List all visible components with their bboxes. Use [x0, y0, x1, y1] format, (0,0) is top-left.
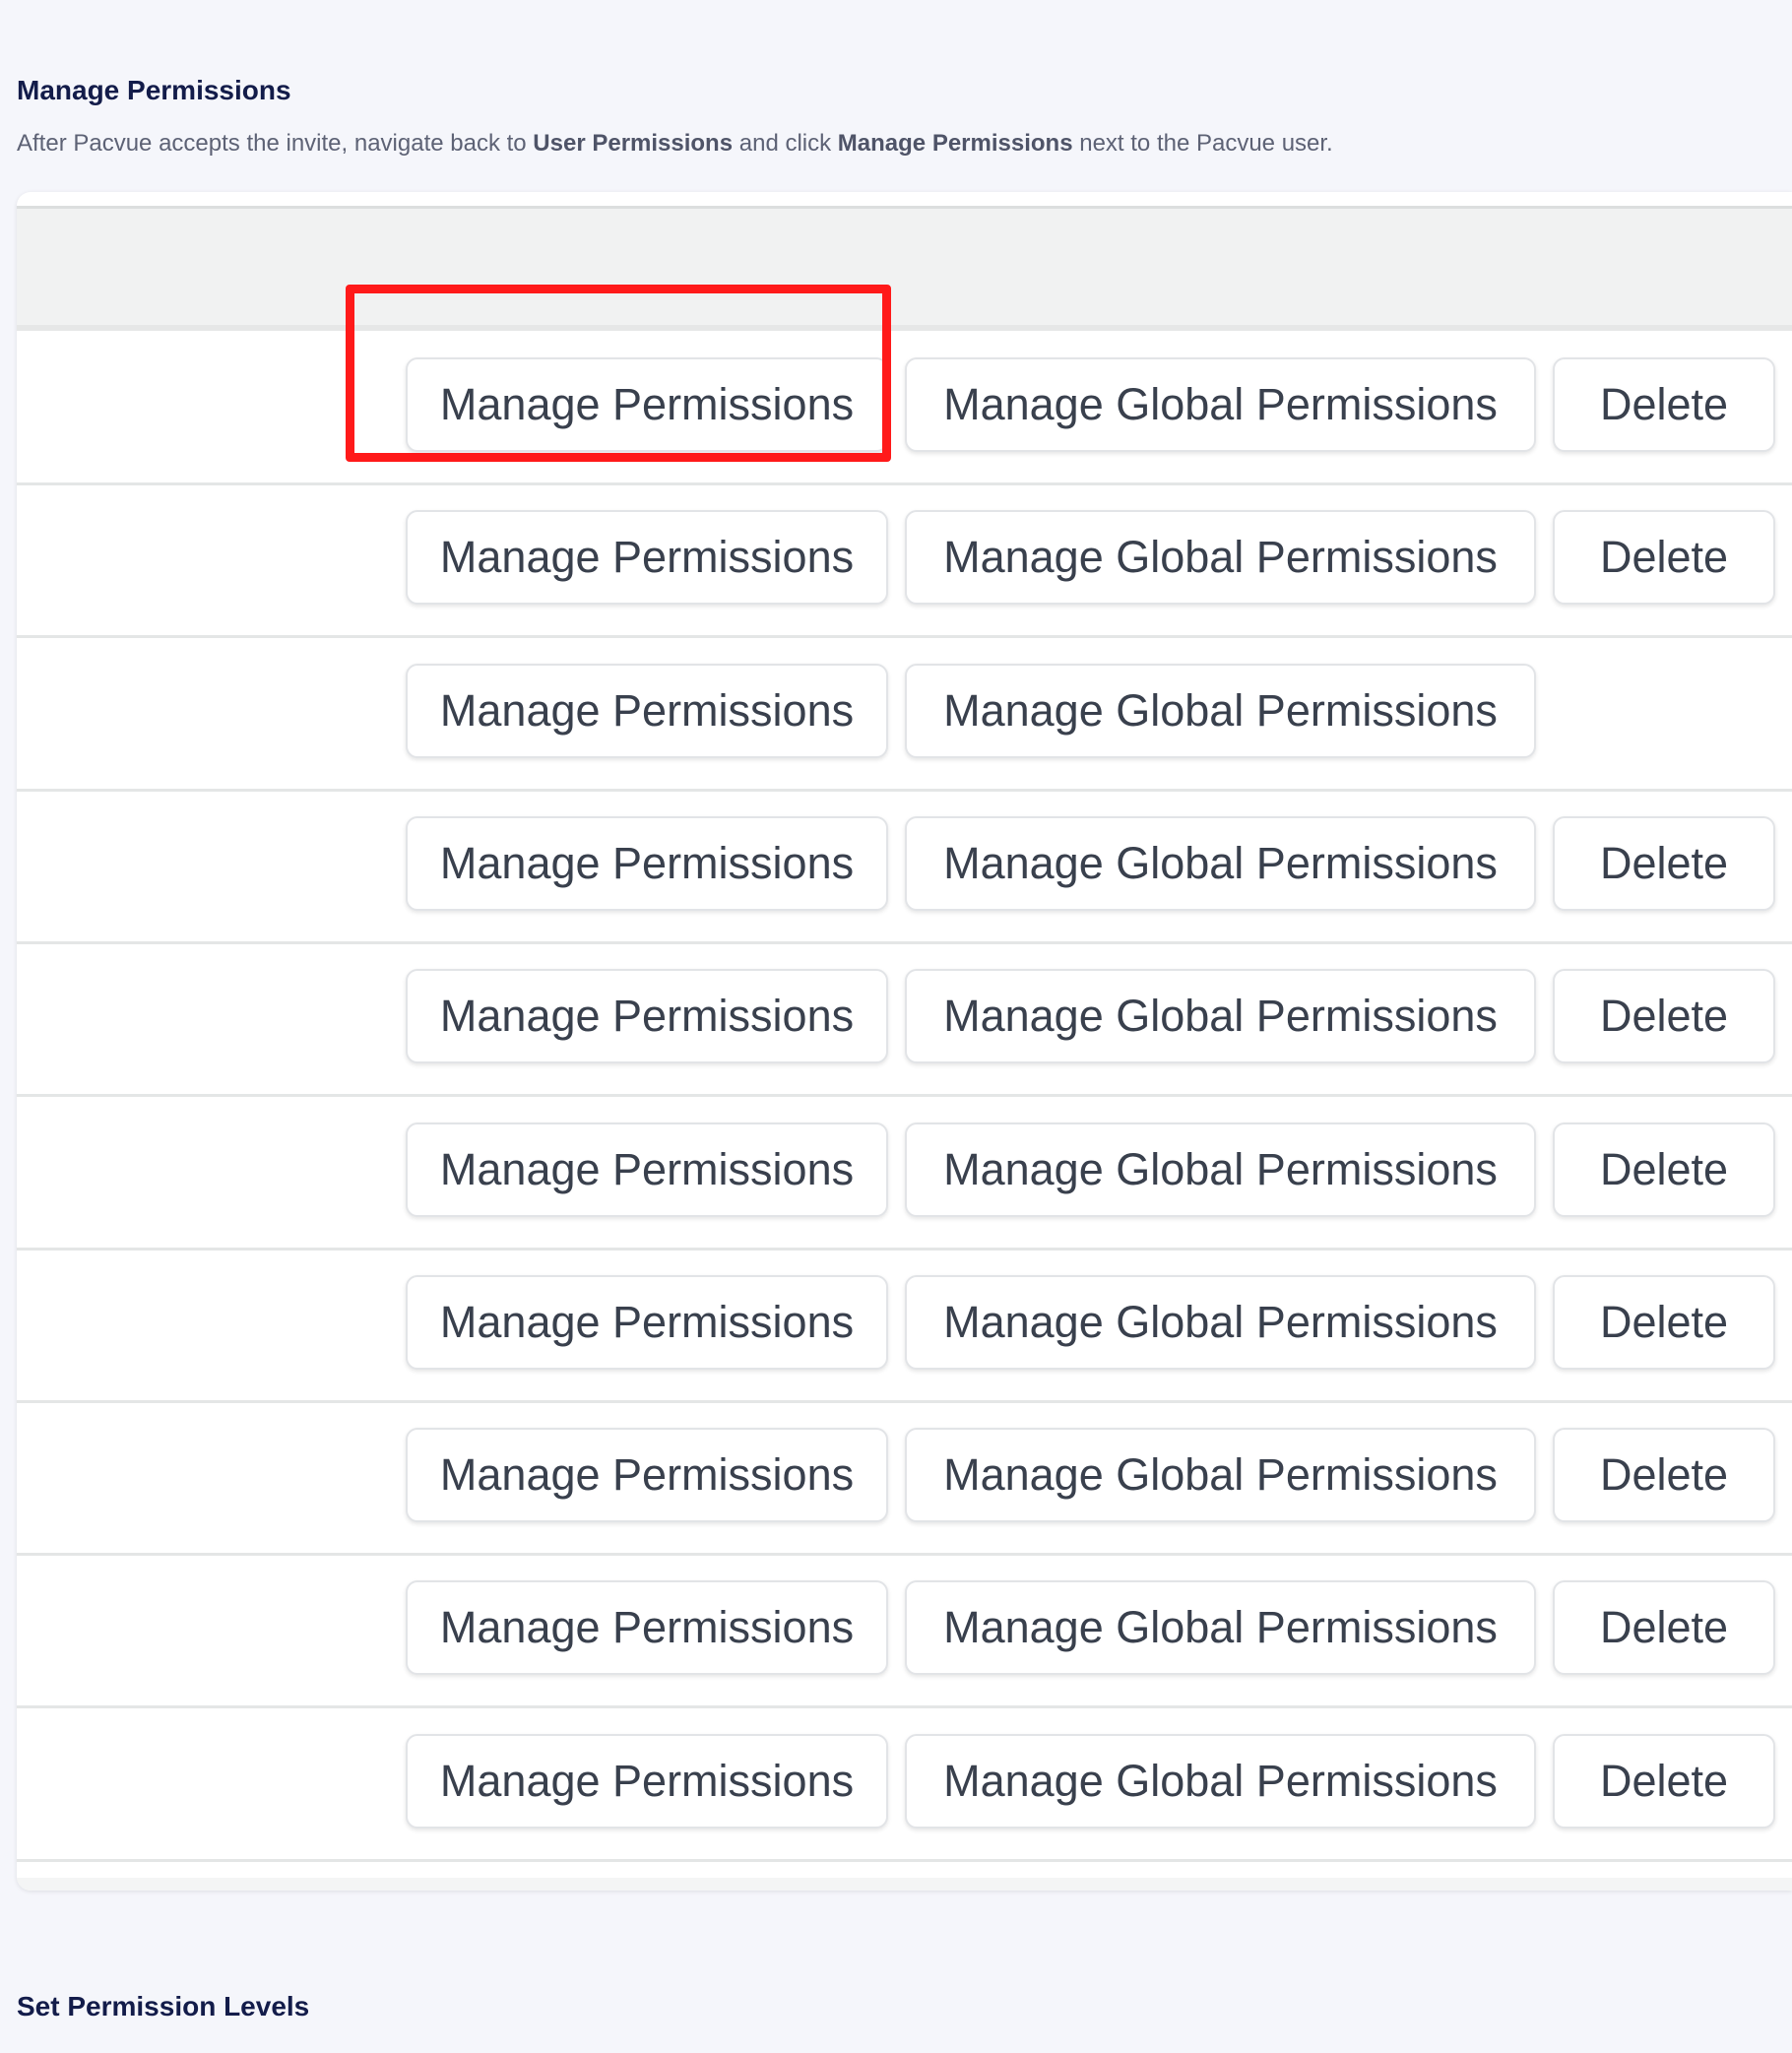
delete-button[interactable]: Delete [1553, 1428, 1775, 1522]
manage-global-permissions-button[interactable]: Manage Global Permissions [905, 1734, 1536, 1828]
user-permissions-term: User Permissions [533, 130, 734, 157]
user-row: Manage Permissions Manage Global Permissi… [17, 636, 1792, 792]
delete-button[interactable]: Delete [1553, 357, 1775, 452]
manage-permissions-instructions: After Pacvue accepts the invite, navigat… [17, 130, 1333, 158]
section-title-set-permission-levels: Set Permission Levels [17, 1991, 310, 2021]
user-row: Manage Permissions Manage Global Permissi… [17, 330, 1792, 485]
manage-global-permissions-button[interactable]: Manage Global Permissions [905, 816, 1536, 911]
manage-global-permissions-button[interactable]: Manage Global Permissions [905, 1428, 1536, 1522]
delete-button[interactable]: Delete [1553, 1580, 1775, 1675]
manage-permissions-button[interactable]: Manage Permissions [406, 816, 888, 911]
manage-permissions-button[interactable]: Manage Permissions [406, 1123, 888, 1217]
manage-permissions-button[interactable]: Manage Permissions [406, 1275, 888, 1370]
user-permissions-screenshot: Manage Permissions Manage Global Permissi… [17, 192, 1792, 1891]
manage-global-permissions-button[interactable]: Manage Global Permissions [905, 969, 1536, 1063]
table-footer [17, 1878, 1792, 1891]
user-row: Manage Permissions Manage Global Permissi… [17, 1400, 1792, 1556]
user-row: Manage Permissions Manage Global Permissi… [17, 1553, 1792, 1708]
user-row: Manage Permissions Manage Global Permissi… [17, 1248, 1792, 1403]
delete-button[interactable]: Delete [1553, 816, 1775, 911]
delete-button[interactable]: Delete [1553, 1275, 1775, 1370]
manage-global-permissions-button[interactable]: Manage Global Permissions [905, 1275, 1536, 1370]
manage-permissions-button[interactable]: Manage Permissions [406, 1428, 888, 1522]
manage-global-permissions-button[interactable]: Manage Global Permissions [905, 510, 1536, 605]
manage-permissions-button[interactable]: Manage Permissions [406, 1580, 888, 1675]
delete-button[interactable]: Delete [1553, 1734, 1775, 1828]
user-row: Manage Permissions Manage Global Permissi… [17, 1706, 1792, 1862]
manage-global-permissions-button[interactable]: Manage Global Permissions [905, 357, 1536, 452]
manage-permissions-button[interactable]: Manage Permissions [406, 664, 888, 758]
delete-button[interactable]: Delete [1553, 969, 1775, 1063]
section-title-manage-permissions: Manage Permissions [17, 75, 291, 105]
user-row: Manage Permissions Manage Global Permissi… [17, 941, 1792, 1097]
manage-global-permissions-button[interactable]: Manage Global Permissions [905, 1123, 1536, 1217]
user-row: Manage Permissions Manage Global Permissi… [17, 789, 1792, 944]
manage-global-permissions-button[interactable]: Manage Global Permissions [905, 664, 1536, 758]
instructions-text-middle: and click [733, 130, 838, 157]
manage-global-permissions-button[interactable]: Manage Global Permissions [905, 1580, 1536, 1675]
table-header [17, 206, 1792, 331]
manage-permissions-button[interactable]: Manage Permissions [406, 357, 888, 452]
delete-button[interactable]: Delete [1553, 510, 1775, 605]
instructions-text-end: next to the Pacvue user. [1072, 130, 1333, 157]
manage-permissions-button[interactable]: Manage Permissions [406, 510, 888, 605]
instructions-text-start: After Pacvue accepts the invite, navigat… [17, 130, 534, 157]
manage-permissions-button[interactable]: Manage Permissions [406, 1734, 888, 1828]
delete-button[interactable]: Delete [1553, 1123, 1775, 1217]
manage-permissions-button[interactable]: Manage Permissions [406, 969, 888, 1063]
user-row: Manage Permissions Manage Global Permissi… [17, 1095, 1792, 1251]
user-row: Manage Permissions Manage Global Permissi… [17, 482, 1792, 638]
manage-permissions-term: Manage Permissions [837, 130, 1073, 157]
